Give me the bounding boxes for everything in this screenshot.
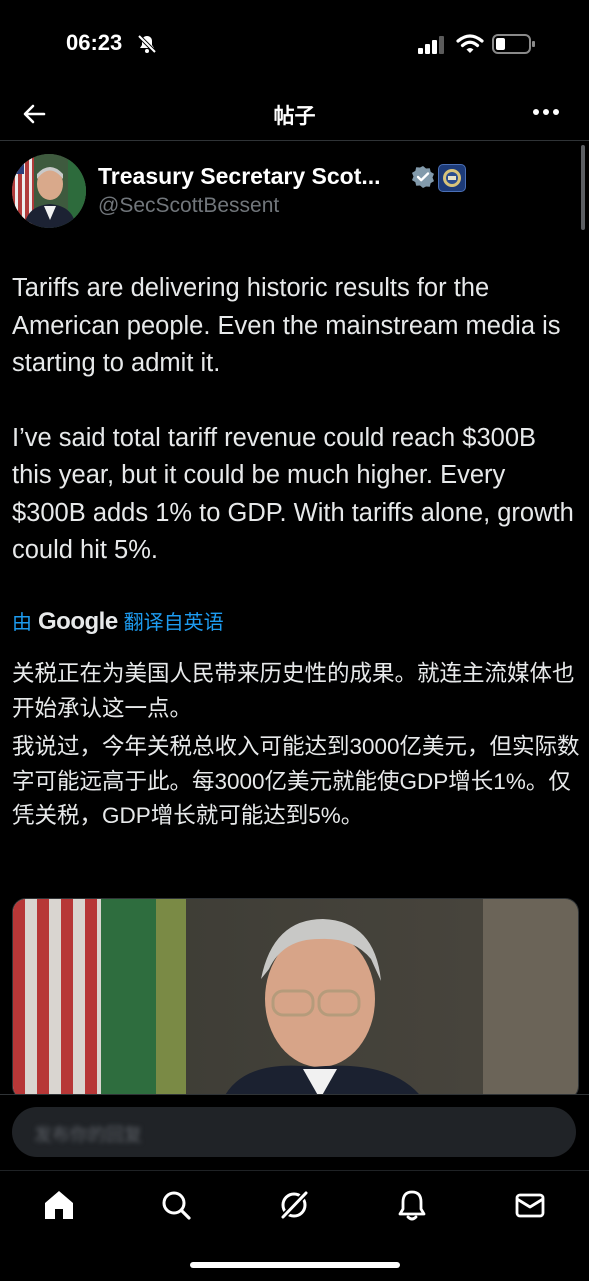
- grok-icon[interactable]: [274, 1185, 314, 1225]
- silent-bell-icon: [137, 34, 157, 54]
- reply-input[interactable]: 发布你的回复: [12, 1107, 576, 1157]
- author-handle[interactable]: @SecScottBessent: [98, 194, 279, 218]
- tweet-paragraph: Tariffs are delivering historic results …: [12, 274, 561, 377]
- bell-icon[interactable]: [392, 1185, 432, 1225]
- reply-bar: 发布你的回复: [0, 1094, 589, 1171]
- author-name[interactable]: Treasury Secretary Scot...: [98, 163, 381, 190]
- verified-badge-icon: [412, 166, 434, 188]
- more-horizontal-icon[interactable]: [533, 108, 559, 116]
- translated-paragraph: 我说过，今年关税总收入可能达到3000亿美元，但实际数字可能远高于此。每3000…: [12, 734, 580, 828]
- reply-placeholder: 发布你的回复: [34, 1125, 142, 1145]
- page-title: 帖子: [273, 105, 316, 128]
- wifi-icon: [456, 34, 484, 53]
- scrollbar[interactable]: [581, 145, 585, 230]
- translation-prefix: 由: [12, 612, 32, 634]
- tweet-text: Tariffs are delivering historic results …: [12, 270, 582, 607]
- treasury-seal-icon[interactable]: [438, 164, 466, 192]
- translation-attribution[interactable]: 由 Google 翻译自英语: [12, 606, 224, 636]
- search-icon[interactable]: [156, 1185, 196, 1225]
- cellular-signal-icon: [418, 36, 444, 54]
- tweet-video[interactable]: [12, 898, 579, 1100]
- translated-text: 关税正在为美国人民带来历史性的成果。就连主流媒体也开始承认这一点。 我说过，今年…: [12, 657, 582, 838]
- mail-icon[interactable]: [510, 1185, 550, 1225]
- post-header: 帖子: [0, 88, 589, 141]
- avatar[interactable]: [12, 154, 86, 228]
- status-bar: 06:23: [0, 0, 589, 88]
- google-logo: Google: [38, 608, 118, 635]
- tweet-paragraph: I’ve said total tariff revenue could rea…: [12, 423, 574, 565]
- home-icon[interactable]: [39, 1185, 79, 1225]
- status-time: 06:23: [66, 30, 123, 55]
- translation-suffix: 翻译自英语: [123, 612, 224, 634]
- battery-icon: [492, 34, 535, 54]
- translated-paragraph: 关税正在为美国人民带来历史性的成果。就连主流媒体也开始承认这一点。: [12, 661, 575, 721]
- home-indicator[interactable]: [190, 1262, 400, 1268]
